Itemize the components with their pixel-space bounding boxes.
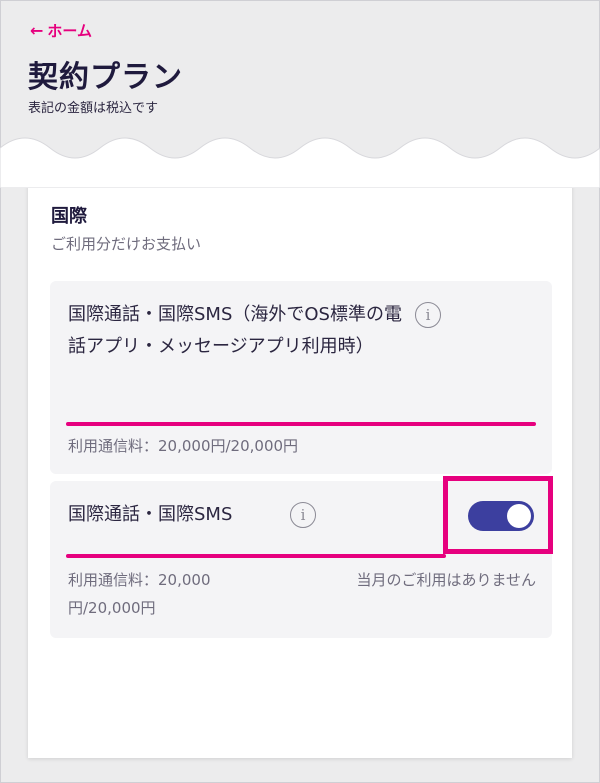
plan-card: 国際 ご利用分だけお支払い 国際通話・国際SMS（海外でOS標準の電話アプリ・メ… — [28, 160, 572, 758]
item-title: 国際通話・国際SMS（海外でOS標準の電話アプリ・メッセージアプリ利用時） — [68, 304, 402, 357]
usage-text: 利用通信料：20,000円/20,000円 — [68, 437, 299, 455]
arrow-left-icon: ← — [30, 20, 44, 40]
status-text: 当月のご利用はありません — [356, 571, 536, 589]
section-title: 国際 — [51, 206, 87, 227]
usage-progress-bar — [66, 554, 446, 558]
usage-progress-bar — [66, 422, 536, 426]
toggle-knob — [507, 504, 531, 528]
item-title: 国際通話・国際SMS — [68, 504, 233, 525]
page-title: 契約プラン — [28, 60, 183, 95]
wave-divider — [0, 137, 600, 188]
back-home-link[interactable]: ← ホーム — [30, 20, 92, 41]
info-icon[interactable]: i — [415, 302, 441, 328]
page-subtitle: 表記の金額は税込です — [28, 101, 159, 116]
info-icon[interactable]: i — [290, 502, 316, 528]
section-subtitle: ご利用分だけお支払い — [51, 235, 202, 253]
intl-sms-toggle[interactable] — [468, 501, 534, 531]
intl-call-os-item: 国際通話・国際SMS（海外でOS標準の電話アプリ・メッセージアプリ利用時） i … — [50, 281, 552, 474]
back-home-label: ホーム — [47, 22, 92, 40]
usage-text: 利用通信料：20,000円/20,000円 — [68, 571, 211, 617]
